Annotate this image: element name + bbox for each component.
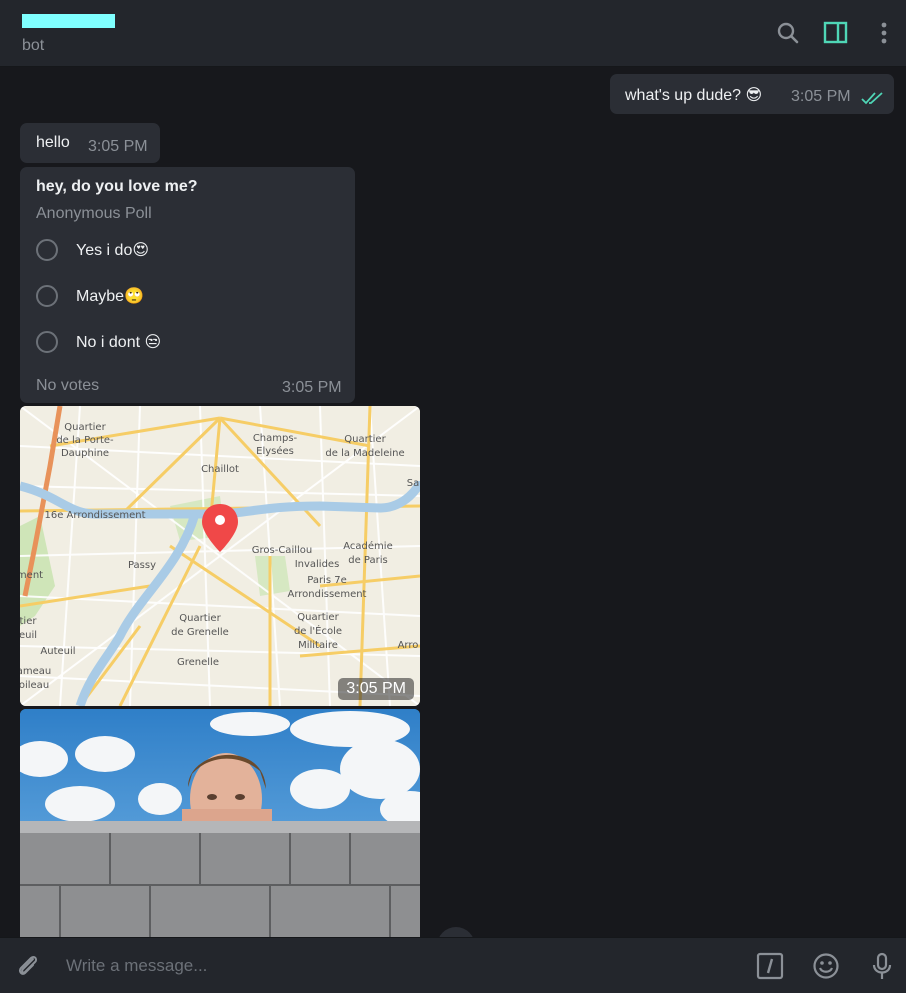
map-label: tier <box>20 616 37 627</box>
location-map[interactable]: Quartier de la Porte- Dauphine Champs- El… <box>20 406 420 706</box>
map-label: Arro <box>398 640 419 651</box>
svg-text:Quartier: Quartier <box>344 434 386 445</box>
radio-button[interactable] <box>36 239 58 261</box>
svg-text:Quartier: Quartier <box>297 612 339 623</box>
poll-message[interactable]: hey, do you love me? Anonymous Poll Yes … <box>20 167 355 403</box>
svg-text:Arrondissement: Arrondissement <box>288 589 367 600</box>
message-time: 3:05 PM <box>791 88 851 105</box>
map-label: Passy <box>128 560 156 571</box>
message-input[interactable]: Write a message... <box>66 956 207 976</box>
svg-text:Paris 7e: Paris 7e <box>307 575 347 586</box>
bot-command-icon[interactable] <box>756 952 784 980</box>
poll-votes: No votes <box>36 377 100 394</box>
poll-option-label: Yes i do😍 <box>76 242 150 259</box>
message-composer: Write a message... <box>0 937 906 993</box>
map-label: Quartier <box>64 422 106 433</box>
svg-text:de Paris: de Paris <box>348 555 388 566</box>
incoming-message[interactable]: hello 3:05 PM <box>20 123 160 163</box>
map-label: Grenelle <box>177 657 219 668</box>
message-time: 3:05 PM <box>338 678 414 700</box>
message-text: what's up dude? 😎 <box>625 87 763 104</box>
radio-button[interactable] <box>36 331 58 353</box>
poll-option-label: No i dont 😒 <box>76 334 162 351</box>
map-image: Quartier de la Porte- Dauphine Champs-El… <box>20 406 420 706</box>
map-label: Sa <box>407 478 419 489</box>
chat-header: bot <box>0 0 906 67</box>
more-vertical-icon[interactable] <box>871 20 897 46</box>
double-check-icon <box>861 92 883 105</box>
map-label: ment <box>20 570 43 581</box>
svg-text:de l'École: de l'École <box>294 624 342 637</box>
radio-button[interactable] <box>36 285 58 307</box>
map-label: 16e Arrondissement <box>44 510 145 521</box>
photo-message[interactable] <box>20 709 420 937</box>
map-label: de la Porte- <box>56 435 114 446</box>
map-label: Chaillot <box>201 464 239 475</box>
message-time: 3:05 PM <box>282 379 342 396</box>
chat-name-redacted[interactable] <box>22 14 115 28</box>
svg-text:de Grenelle: de Grenelle <box>171 627 229 638</box>
sidebar-toggle-icon[interactable] <box>823 20 849 46</box>
outgoing-message[interactable]: what's up dude? 😎 3:05 PM <box>610 74 894 114</box>
map-label: Invalides <box>295 559 340 570</box>
message-history[interactable]: what's up dude? 😎 3:05 PM hello 3:05 PM … <box>0 67 906 937</box>
svg-text:Champs-: Champs- <box>253 433 298 444</box>
message-text: hello <box>36 134 70 151</box>
svg-text:de la Madeleine: de la Madeleine <box>325 448 404 459</box>
svg-text:Quartier: Quartier <box>179 613 221 624</box>
emoji-icon[interactable] <box>812 952 840 980</box>
microphone-icon[interactable] <box>868 952 896 980</box>
map-label: Dauphine <box>61 448 109 459</box>
chat-status: bot <box>22 37 45 54</box>
map-label: ameau <box>20 666 51 677</box>
search-icon[interactable] <box>775 20 801 46</box>
photo-image <box>20 709 420 937</box>
map-label: oileau <box>20 680 49 691</box>
svg-text:Militaire: Militaire <box>298 640 338 651</box>
message-time: 3:05 PM <box>88 138 148 155</box>
svg-text:Académie: Académie <box>343 540 392 552</box>
poll-question: hey, do you love me? <box>36 178 198 195</box>
map-label: Gros-Caillou <box>252 545 312 556</box>
poll-type: Anonymous Poll <box>36 205 152 222</box>
svg-text:Elysées: Elysées <box>256 445 294 457</box>
map-label: Auteuil <box>40 646 75 657</box>
attach-icon[interactable] <box>14 952 42 980</box>
poll-option-label: Maybe🙄 <box>76 288 144 305</box>
map-label: euil <box>20 630 37 641</box>
